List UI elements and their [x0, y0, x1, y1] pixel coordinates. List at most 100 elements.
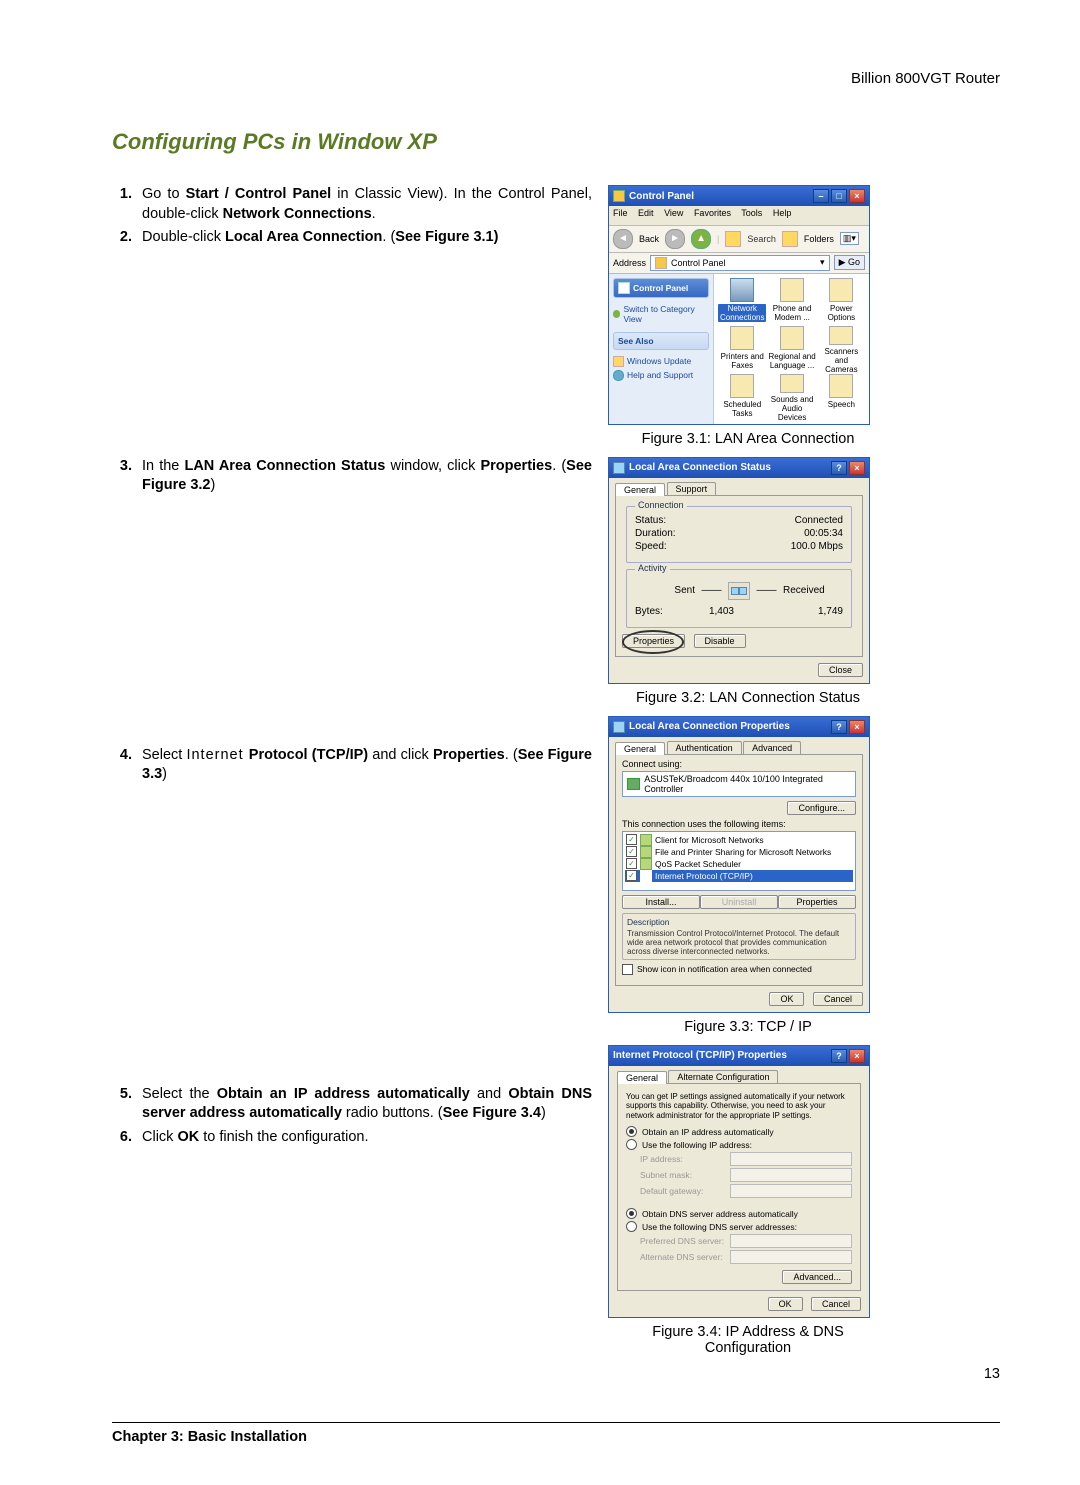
icon-scheduled[interactable]: Scheduled Tasks [718, 374, 766, 422]
properties-button[interactable]: Properties [622, 634, 685, 648]
menu-favorites[interactable]: Favorites [694, 208, 731, 218]
configure-button[interactable]: Configure... [787, 801, 856, 815]
windows-logo-icon [802, 211, 816, 223]
go-button[interactable]: ▶ Go [834, 255, 865, 270]
help-button[interactable]: ? [831, 1049, 847, 1063]
close-button[interactable]: × [849, 189, 865, 203]
printer-icon [730, 326, 754, 350]
ok-button[interactable]: OK [769, 992, 804, 1006]
alt-dns-field[interactable] [730, 1250, 852, 1264]
tab-general[interactable]: General [615, 483, 665, 496]
uninstall-button[interactable]: Uninstall [700, 895, 778, 909]
radio-use-ip[interactable]: Use the following IP address: [626, 1139, 852, 1150]
help-support-link[interactable]: Help and Support [613, 370, 709, 381]
switch-view-link[interactable]: Switch to Category View [613, 304, 709, 324]
subnet-field[interactable] [730, 1168, 852, 1182]
icon-phone-modem[interactable]: Phone and Modem ... [768, 278, 815, 326]
component-properties-button[interactable]: Properties [778, 895, 856, 909]
window-titlebar[interactable]: Local Area Connection Status ? × [609, 458, 869, 478]
menu-file[interactable]: File [613, 208, 628, 218]
radio-use-dns[interactable]: Use the following DNS server addresses: [626, 1221, 852, 1232]
icon-network-connections[interactable]: Network Connections [718, 278, 766, 326]
advanced-button[interactable]: Advanced... [782, 1270, 852, 1284]
menu-view[interactable]: View [664, 208, 683, 218]
tab-support[interactable]: Support [667, 482, 717, 495]
text-bold: Properties [433, 747, 505, 763]
cancel-button[interactable]: Cancel [811, 1297, 861, 1311]
close-button[interactable]: × [849, 461, 865, 475]
minimize-button[interactable]: – [813, 189, 829, 203]
network-icon [613, 462, 625, 474]
step-number: 2. [112, 228, 132, 248]
text: and [470, 1086, 508, 1102]
show-icon-checkbox[interactable]: Show icon in notification area when conn… [622, 964, 856, 975]
text: ) [211, 477, 216, 493]
disable-button[interactable]: Disable [694, 634, 746, 648]
back-button[interactable]: ◄ [613, 229, 633, 249]
close-button[interactable]: × [849, 720, 865, 734]
close-button[interactable]: × [849, 1049, 865, 1063]
step-number: 6. [112, 1128, 132, 1148]
window-titlebar[interactable]: Local Area Connection Properties ? × [609, 717, 869, 737]
list-item[interactable]: ✓QoS Packet Scheduler [625, 858, 853, 870]
address-field[interactable]: Control Panel ▾ [650, 255, 830, 271]
windows-update-link[interactable]: Windows Update [613, 356, 709, 367]
list-item[interactable]: ✓File and Printer Sharing for Microsoft … [625, 846, 853, 858]
list-item[interactable]: ✓Client for Microsoft Networks [625, 834, 853, 846]
ip-address-field[interactable] [730, 1152, 852, 1166]
gateway-field[interactable] [730, 1184, 852, 1198]
tab-auth[interactable]: Authentication [667, 741, 742, 754]
text: Click [142, 1129, 177, 1145]
cancel-button[interactable]: Cancel [813, 992, 863, 1006]
window-titlebar[interactable]: Control Panel – □ × [609, 186, 869, 206]
radio-obtain-dns[interactable]: Obtain DNS server address automatically [626, 1208, 852, 1219]
menu-tools[interactable]: Tools [741, 208, 762, 218]
control-panel-icon [618, 282, 630, 294]
ok-button[interactable]: OK [768, 1297, 803, 1311]
search-label[interactable]: Search [747, 234, 776, 244]
icon-printers[interactable]: Printers and Faxes [718, 326, 766, 374]
icon-sounds[interactable]: Sounds and Audio Devices [768, 374, 815, 422]
adapter-combo[interactable]: ASUSTeK/Broadcom 440x 10/100 Integrated … [622, 771, 856, 797]
close-window-button[interactable]: Close [818, 663, 863, 677]
search-icon[interactable] [725, 231, 741, 247]
tab-bar: General Authentication Advanced [615, 741, 863, 754]
folders-icon[interactable] [782, 231, 798, 247]
up-button[interactable]: ▲ [691, 229, 711, 249]
icon-power-options[interactable]: Power Options [818, 278, 865, 326]
text: In the [142, 458, 184, 474]
radio-obtain-ip[interactable]: Obtain an IP address automatically [626, 1126, 852, 1137]
install-button[interactable]: Install... [622, 895, 700, 909]
component-list[interactable]: ✓Client for Microsoft Networks ✓File and… [622, 831, 856, 891]
tab-general[interactable]: General [615, 742, 665, 755]
link-label: Windows Update [627, 356, 691, 366]
forward-button[interactable]: ► [665, 229, 685, 249]
sidebar: Control Panel Switch to Category View Se… [609, 274, 714, 424]
tab-alternate[interactable]: Alternate Configuration [668, 1070, 778, 1083]
menu-bar[interactable]: File Edit View Favorites Tools Help [609, 206, 869, 226]
window-titlebar[interactable]: Internet Protocol (TCP/IP) Properties ? … [609, 1046, 869, 1066]
folders-label[interactable]: Folders [804, 234, 834, 244]
icon-scanners[interactable]: Scanners and Cameras [818, 326, 865, 374]
maximize-button[interactable]: □ [831, 189, 847, 203]
item-label: File and Printer Sharing for Microsoft N… [655, 847, 831, 857]
icon-regional[interactable]: Regional and Language ... [768, 326, 815, 374]
component-icon [640, 858, 652, 870]
tab-advanced[interactable]: Advanced [743, 741, 801, 754]
figure-caption-2: Figure 3.2: LAN Connection Status [608, 690, 888, 706]
text-bold: Obtain an IP address automatically [217, 1086, 470, 1102]
adapter-name: ASUSTeK/Broadcom 440x 10/100 Integrated … [644, 774, 851, 794]
tab-general[interactable]: General [617, 1071, 667, 1084]
menu-edit[interactable]: Edit [638, 208, 654, 218]
help-button[interactable]: ? [831, 720, 847, 734]
help-button[interactable]: ? [831, 461, 847, 475]
subnet-label: Subnet mask: [640, 1170, 692, 1180]
icon-speech[interactable]: Speech [818, 374, 865, 422]
list-item-selected[interactable]: ✓Internet Protocol (TCP/IP) [625, 870, 853, 882]
tasks-icon [730, 374, 754, 398]
menu-help[interactable]: Help [773, 208, 792, 218]
text: Double-click [142, 229, 225, 245]
tab-bar: General Alternate Configuration [617, 1070, 861, 1083]
view-dropdown[interactable]: ▥▾ [840, 232, 859, 245]
pref-dns-field[interactable] [730, 1234, 852, 1248]
